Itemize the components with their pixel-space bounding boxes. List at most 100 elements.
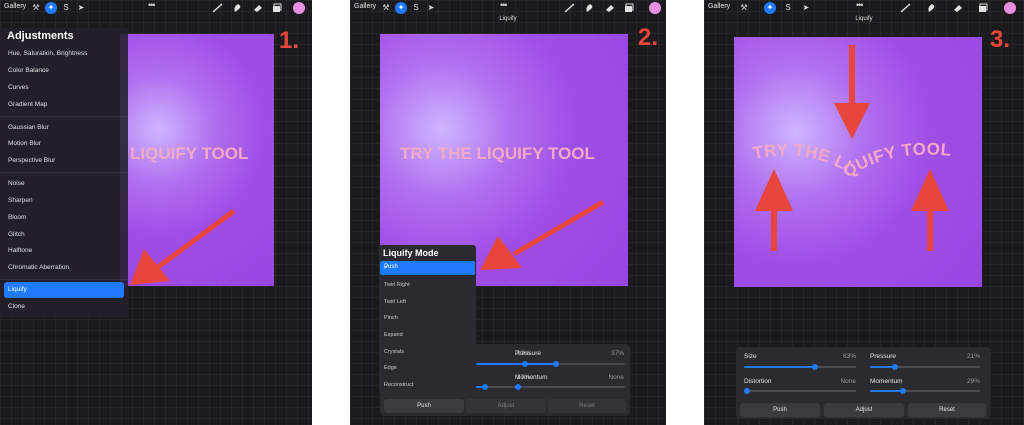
smudge-icon[interactable] <box>926 3 937 13</box>
menu-item-curves[interactable]: Curves <box>8 84 29 91</box>
layers-icon[interactable] <box>624 3 635 13</box>
layers-icon[interactable] <box>272 3 283 13</box>
size-slider[interactable] <box>744 364 856 370</box>
size-value: 63% <box>842 353 856 360</box>
magic-wand-icon[interactable]: ✦ <box>395 2 407 14</box>
arrow-annotation <box>480 199 605 270</box>
momentum-value: 29% <box>966 378 980 385</box>
menu-item-noise[interactable]: Noise <box>8 180 25 187</box>
reset-button-label: Reset <box>579 403 595 409</box>
momentum-label: Momentum <box>870 378 903 385</box>
wrench-icon[interactable]: ⚒ <box>30 2 42 14</box>
eraser-icon[interactable] <box>604 3 615 13</box>
top-toolbar: Gallery ⚒ ✦ S ➤ ••• <box>350 0 666 16</box>
pressure-slider[interactable] <box>515 361 625 367</box>
mode-item-twirl-right[interactable]: Twirl Right <box>384 282 410 288</box>
adjust-button[interactable]: Adjust <box>824 403 904 417</box>
menu-item-gradient-map[interactable]: Gradient Map <box>8 101 47 108</box>
color-swatch[interactable] <box>293 2 305 14</box>
distortion-label: Distortion <box>744 378 772 385</box>
push-button[interactable]: Push <box>740 403 820 417</box>
menu-item-gaussian-blur[interactable]: Gaussian Blur <box>8 124 49 131</box>
color-swatch[interactable] <box>649 2 661 14</box>
step-number: 3. <box>990 26 1011 53</box>
menu-item-bloom[interactable]: Bloom <box>8 214 26 221</box>
selection-icon[interactable]: S <box>60 2 72 14</box>
brush-icon[interactable] <box>900 3 911 13</box>
brush-icon[interactable] <box>212 3 223 13</box>
momentum-value: None <box>608 374 624 381</box>
push-button-label: Push <box>773 407 787 413</box>
pressure-value: 21% <box>966 353 980 360</box>
wrench-icon[interactable]: ⚒ <box>380 2 392 14</box>
menu-item-clone[interactable]: Clone <box>8 303 25 310</box>
mode-item-reconstruct[interactable]: Reconstruct <box>384 382 413 388</box>
menu-item-sharpen[interactable]: Sharpen <box>8 197 33 204</box>
mode-item-twirl-left[interactable]: Twirl Left <box>384 299 406 305</box>
divider <box>0 172 128 173</box>
transform-icon[interactable]: ➤ <box>75 2 87 14</box>
gallery-button[interactable]: Gallery <box>4 3 26 10</box>
color-swatch[interactable] <box>1004 2 1016 14</box>
more-icon[interactable]: ••• <box>500 0 508 10</box>
checkmark-icon: ✓ <box>384 265 390 271</box>
reset-button[interactable]: Reset <box>908 403 986 417</box>
menu-item-color-balance[interactable]: Color Balance <box>8 67 49 74</box>
more-icon[interactable]: ••• <box>856 0 864 10</box>
gallery-button[interactable]: Gallery <box>354 3 376 10</box>
magic-wand-icon[interactable]: ✦ <box>45 2 57 14</box>
mode-item-pinch[interactable]: Pinch <box>384 315 398 321</box>
mode-item-push[interactable]: Push ✓ <box>380 261 475 275</box>
momentum-slider[interactable] <box>515 384 625 390</box>
magic-wand-icon[interactable]: ✦ <box>764 2 776 14</box>
arrow-annotations <box>755 45 949 251</box>
menu-item-perspective-blur[interactable]: Perspective Blur <box>8 157 55 164</box>
pressure-label: Pressure <box>515 350 542 357</box>
mode-title: Liquify <box>499 16 517 22</box>
mode-item-edge[interactable]: Edge <box>384 365 397 371</box>
eraser-icon[interactable] <box>252 3 263 13</box>
panel-result: Gallery ⚒ ✦ S ➤ ••• Liquify TRY THE LIQU… <box>704 0 1024 425</box>
menu-item-motion-blur[interactable]: Motion Blur <box>8 140 41 147</box>
liquify-mode-menu: Liquify Mode Push ✓ Twirl Right Twirl Le… <box>379 245 476 395</box>
transform-icon[interactable]: ➤ <box>800 2 812 14</box>
menu-item-chromatic-aberration[interactable]: Chromatic Aberration <box>8 264 69 271</box>
reset-button[interactable]: Reset <box>548 399 626 413</box>
canvas[interactable]: TRY THE LIQUIFY TOOL <box>734 37 982 287</box>
step-number: 2. <box>638 24 659 51</box>
selection-icon[interactable]: S <box>782 2 794 14</box>
menu-item-glitch[interactable]: Glitch <box>8 231 25 238</box>
distortion-slider[interactable] <box>744 388 856 394</box>
divider <box>0 116 128 117</box>
adjust-button-label: Adjust <box>855 407 873 413</box>
smudge-icon[interactable] <box>584 3 595 13</box>
menu-item-liquify-label: Liquify <box>8 286 27 293</box>
menu-title: Adjustments <box>7 30 74 42</box>
brush-icon[interactable] <box>564 3 575 13</box>
pressure-label: Pressure <box>870 353 897 360</box>
menu-item-liquify[interactable]: Liquify <box>4 282 124 298</box>
divider <box>0 279 128 280</box>
menu-title: Liquify Mode <box>383 248 439 258</box>
top-toolbar: Gallery ⚒ ✦ S ➤ ••• <box>704 0 1024 16</box>
momentum-slider[interactable] <box>870 388 980 394</box>
gallery-button[interactable]: Gallery <box>708 3 730 10</box>
momentum-label: Momentum <box>515 374 548 381</box>
pressure-slider[interactable] <box>870 364 980 370</box>
adjustments-menu: Adjustments Hue, Saturation, Brightness … <box>0 28 128 318</box>
selection-icon[interactable]: S <box>410 2 422 14</box>
top-toolbar: Gallery ⚒ ✦ S ➤ ••• <box>0 0 312 16</box>
more-icon[interactable]: ••• <box>148 0 156 10</box>
menu-item-hsb[interactable]: Hue, Saturation, Brightness <box>8 50 88 57</box>
menu-item-halftone[interactable]: Halftone <box>8 247 32 254</box>
mode-item-crystals[interactable]: Crystals <box>384 349 404 355</box>
eraser-icon[interactable] <box>952 3 963 13</box>
canvas-text: TRY THE LIQUIFY TOOL <box>400 144 595 163</box>
adjust-button[interactable]: Adjust <box>466 399 546 413</box>
wrench-icon[interactable]: ⚒ <box>738 2 750 14</box>
mode-item-expand[interactable]: Expand <box>384 332 403 338</box>
smudge-icon[interactable] <box>232 3 243 13</box>
transform-icon[interactable]: ➤ <box>425 2 437 14</box>
push-button[interactable]: Push <box>384 399 464 413</box>
layers-icon[interactable] <box>978 3 989 13</box>
